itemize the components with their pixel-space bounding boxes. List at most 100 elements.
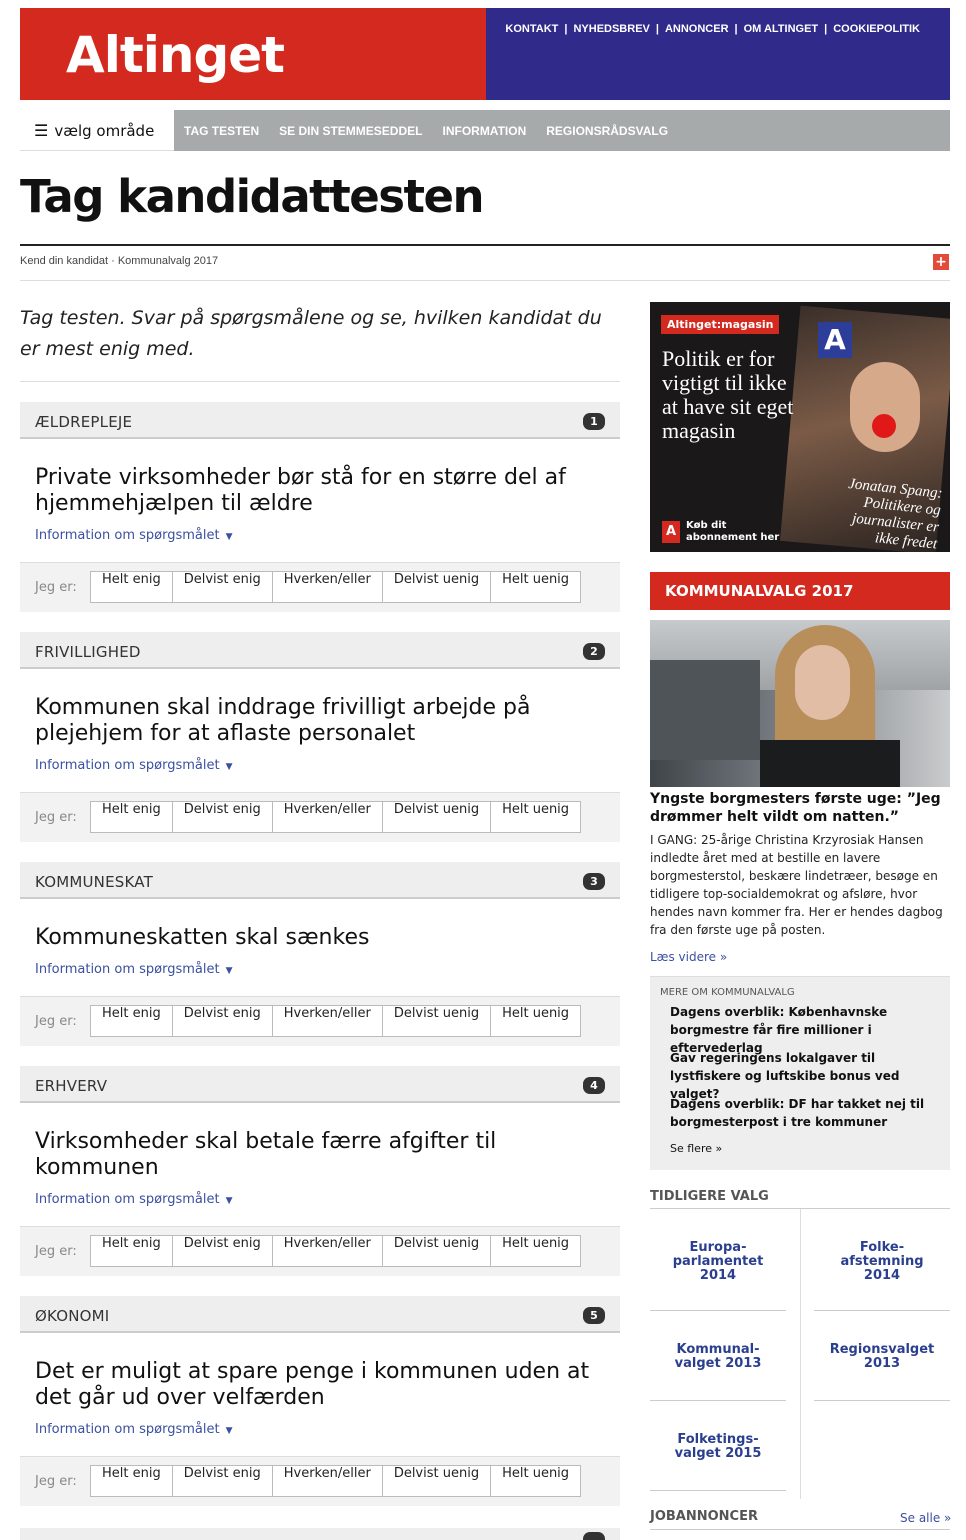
plus-icon[interactable]: + [933, 254, 949, 270]
question-info-label: Information om spørgsmålet [35, 1192, 220, 1207]
photo-person-face [795, 645, 850, 720]
answer-hverken-eller-button[interactable]: Hverken/eller [271, 1005, 383, 1037]
jobs-see-all-link[interactable]: Se alle » [900, 1511, 951, 1525]
answer-delvist-enig-button[interactable]: Delvist enig [171, 801, 273, 833]
answer-helt-uenig-button[interactable]: Helt uenig [490, 1465, 582, 1497]
more-link-item[interactable]: Dagens overblik: DF har takket nej til b… [670, 1095, 940, 1131]
jobs-divider [650, 1529, 950, 1530]
answer-delvist-enig-button[interactable]: Delvist enig [171, 1465, 273, 1497]
caret-down-icon: ▼ [225, 532, 233, 542]
top-link-om-altinget[interactable]: OM ALTINGET [744, 23, 819, 35]
answer-delvist-uenig-button[interactable]: Delvist uenig [381, 1465, 492, 1497]
question-number-badge: 4 [583, 1077, 605, 1094]
answer-helt-enig-button[interactable]: Helt enig [90, 1465, 173, 1497]
magazine-ad[interactable]: A Altinget:magasin Politik er for vigtig… [650, 302, 950, 552]
top-link-annoncer[interactable]: ANNONCER [665, 23, 729, 35]
previous-election-ep-2014[interactable]: Europa- parlamentet 2014 [650, 1241, 786, 1283]
clown-nose [872, 414, 896, 438]
divider [650, 1310, 786, 1311]
previous-election-kommunalvalget-2013[interactable]: Kommunal- valget 2013 [650, 1343, 786, 1371]
divider [814, 1310, 950, 1311]
question-info-label: Information om spørgsmålet [35, 962, 220, 977]
answer-delvist-enig-button[interactable]: Delvist enig [171, 571, 273, 603]
photo-building [650, 660, 760, 760]
previous-elections-vline [800, 1209, 801, 1499]
answer-helt-uenig-button[interactable]: Helt uenig [490, 571, 582, 603]
magazine-logo: Altinget:magasin [661, 315, 780, 334]
nav-item-tag-testen[interactable]: TAG TESTEN [184, 124, 259, 138]
question-category: ERHVERV [35, 1077, 108, 1095]
read-more-link[interactable]: Læs videre » [650, 950, 727, 964]
article-photo[interactable] [650, 620, 950, 787]
answer-delvist-uenig-button[interactable]: Delvist uenig [381, 1005, 492, 1037]
answer-helt-enig-button[interactable]: Helt enig [90, 571, 173, 603]
question-info-toggle[interactable]: Information om spørgsmålet ▼ [35, 962, 233, 977]
answer-prefix: Jeg er: [35, 580, 77, 595]
question-number-badge: 2 [583, 643, 605, 660]
magazine-a-logo: A [818, 322, 852, 358]
magazine-cta[interactable]: A Køb dit abonnement her [662, 520, 781, 544]
previous-elections-heading: TIDLIGERE VALG [650, 1189, 769, 1204]
question-text: Kommuneskatten skal sænkes [35, 925, 370, 950]
top-link-nyhedsbrev[interactable]: NYHEDSBREV [573, 23, 649, 35]
breadcrumb-divider [20, 280, 950, 281]
answer-hverken-eller-button[interactable]: Hverken/eller [271, 1235, 383, 1267]
answer-helt-enig-button[interactable]: Helt enig [90, 1235, 173, 1267]
altinget-a-icon: A [662, 521, 680, 543]
page-title: Tag kandidattesten [20, 170, 485, 223]
article-teaser: I GANG: 25-årige Christina Krzyrosiak Ha… [650, 833, 943, 937]
answer-bar: Jeg er: Helt enig Delvist enig Hverken/e… [20, 562, 620, 612]
answer-delvist-enig-button[interactable]: Delvist enig [171, 1235, 273, 1267]
question-card: FRIVILLIGHED 2 Kommunen skal inddrage fr… [20, 632, 620, 842]
question-card: KOMMUNESKAT 3 Kommuneskatten skal sænkes… [20, 862, 620, 1072]
answer-bar: Jeg er: Helt enig Delvist enig Hverken/e… [20, 1456, 620, 1506]
question-text: Kommunen skal inddrage frivilligt arbejd… [35, 695, 531, 746]
question-info-toggle[interactable]: Information om spørgsmålet ▼ [35, 758, 233, 773]
article-title[interactable]: Yngste borgmesters første uge: ”Jeg drøm… [650, 790, 950, 826]
question-category: ØKONOMI [35, 1307, 110, 1325]
more-box: MERE OM KOMMUNALVALG Dagens overblik: Kø… [650, 976, 950, 1170]
answer-delvist-uenig-button[interactable]: Delvist uenig [381, 1235, 492, 1267]
question-info-toggle[interactable]: Information om spørgsmålet ▼ [35, 1422, 233, 1437]
divider [650, 1400, 786, 1401]
see-more-link[interactable]: Se flere » [670, 1142, 722, 1155]
question-category: ÆLDREPLEJE [35, 413, 133, 431]
previous-election-folkeafstemning-2014[interactable]: Folke- afstemning 2014 [814, 1241, 950, 1283]
area-menu-button[interactable]: ☰ vælg område [20, 110, 174, 151]
answer-prefix: Jeg er: [35, 1474, 77, 1489]
nav-item-information[interactable]: INFORMATION [442, 124, 526, 138]
answer-prefix: Jeg er: [35, 1014, 77, 1029]
answer-hverken-eller-button[interactable]: Hverken/eller [271, 1465, 383, 1497]
question-info-toggle[interactable]: Information om spørgsmålet ▼ [35, 1192, 233, 1207]
question-number-badge: 3 [583, 873, 605, 890]
answer-helt-uenig-button[interactable]: Helt uenig [490, 1005, 582, 1037]
divider [814, 1400, 950, 1401]
answer-helt-uenig-button[interactable]: Helt uenig [490, 1235, 582, 1267]
question-card: ERHVERV 4 Virksomheder skal betale færre… [20, 1066, 620, 1276]
answer-delvist-enig-button[interactable]: Delvist enig [171, 1005, 273, 1037]
altinget-logo[interactable]: Altinget [66, 30, 285, 80]
previous-election-folketingsvalget-2015[interactable]: Folketings- valget 2015 [650, 1433, 786, 1461]
nav-item-regionsraadsvalg[interactable]: REGIONSRÅDSVALG [546, 124, 668, 138]
answer-bar: Jeg er: Helt enig Delvist enig Hverken/e… [20, 792, 620, 842]
question-card: ØKONOMI 5 Det er muligt at spare penge i… [20, 1296, 620, 1506]
previous-election-regionsvalget-2013[interactable]: Regionsvalget 2013 [814, 1343, 950, 1371]
answer-helt-enig-button[interactable]: Helt enig [90, 1005, 173, 1037]
answer-delvist-uenig-button[interactable]: Delvist uenig [381, 801, 492, 833]
answer-helt-enig-button[interactable]: Helt enig [90, 801, 173, 833]
answer-helt-uenig-button[interactable]: Helt uenig [490, 801, 582, 833]
breadcrumb[interactable]: Kend din kandidat · Kommunalvalg 2017 [20, 255, 218, 267]
magazine-headline: Politik er for vigtigt til ikke at have … [662, 346, 794, 443]
more-heading: MERE OM KOMMUNALVALG [660, 987, 795, 998]
answer-hverken-eller-button[interactable]: Hverken/eller [271, 801, 383, 833]
top-link-cookiepolitik[interactable]: COOKIEPOLITIK [833, 23, 920, 35]
caret-down-icon: ▼ [225, 762, 233, 772]
answer-hverken-eller-button[interactable]: Hverken/eller [271, 571, 383, 603]
caret-down-icon: ▼ [225, 966, 233, 976]
question-header: ERHVERV 4 [20, 1066, 620, 1103]
nav-item-stemmeseddel[interactable]: SE DIN STEMMESEDDEL [279, 124, 422, 138]
top-link-kontakt[interactable]: KONTAKT [505, 23, 558, 35]
answer-delvist-uenig-button[interactable]: Delvist uenig [381, 571, 492, 603]
question-info-toggle[interactable]: Information om spørgsmålet ▼ [35, 528, 233, 543]
section-title[interactable]: KOMMUNALVALG 2017 [650, 572, 950, 610]
